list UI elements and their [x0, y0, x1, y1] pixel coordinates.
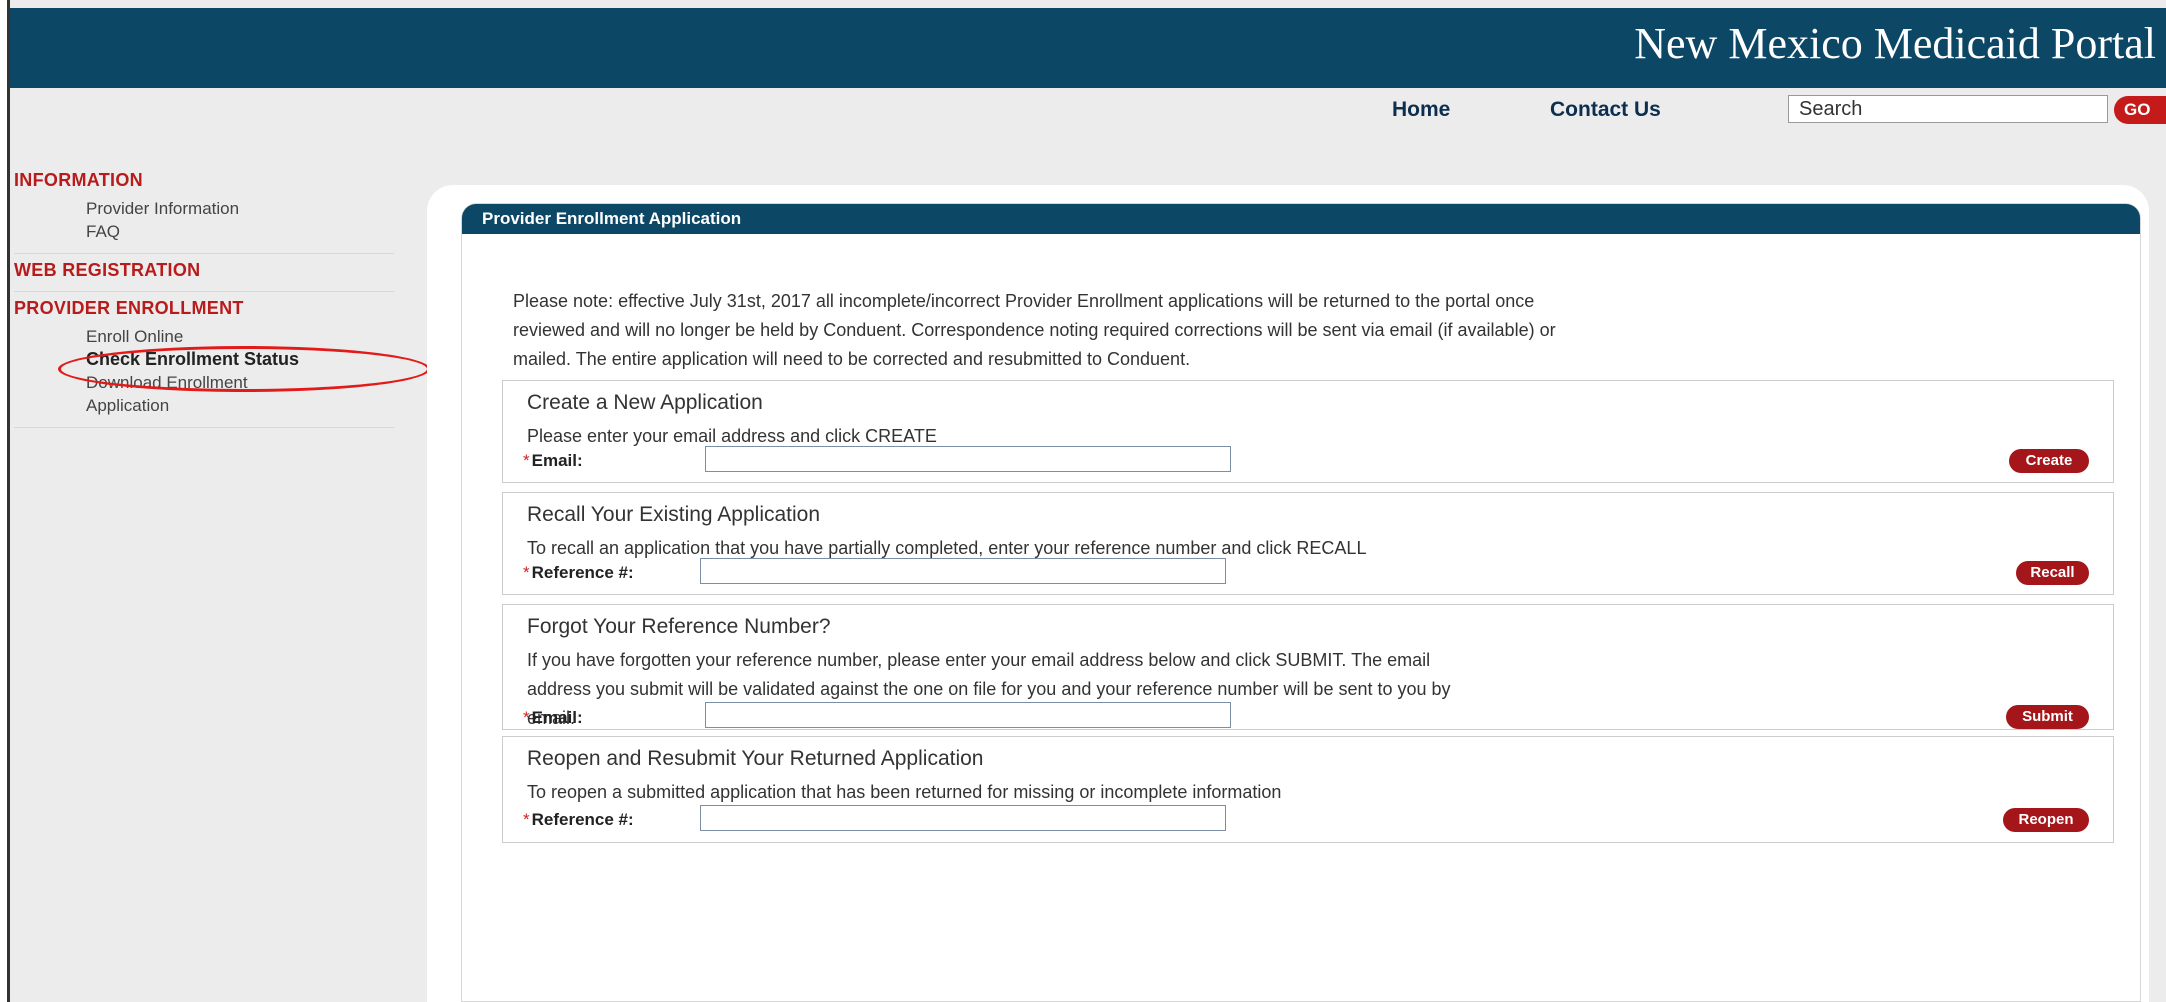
forgot-reference-box: Forgot Your Reference Number? If you hav…	[502, 604, 2114, 730]
required-marker: *	[523, 810, 530, 829]
nav-home-link[interactable]: Home	[1392, 98, 1450, 122]
enrollment-panel: Provider Enrollment Application Please n…	[461, 203, 2141, 1002]
reopen-reference-label: * Reference #:	[523, 810, 634, 830]
search-input[interactable]	[1788, 95, 2108, 123]
enrollment-notice: Please note: effective July 31st, 2017 a…	[513, 287, 2103, 374]
sidebar-divider	[14, 291, 394, 292]
reopen-reference-label-text: Reference #:	[531, 810, 634, 829]
window-left-edge	[0, 0, 10, 1002]
reopen-title: Reopen and Resubmit Your Returned Applic…	[527, 747, 984, 770]
required-marker: *	[523, 708, 530, 727]
notice-line: reviewed and will no longer be held by C…	[513, 320, 1556, 340]
panel-title: Provider Enrollment Application	[462, 204, 2140, 234]
sidebar-item-enroll-online[interactable]: Enroll Online	[86, 325, 394, 348]
reopen-description: To reopen a submitted application that h…	[527, 778, 2027, 807]
create-title: Create a New Application	[527, 391, 763, 414]
notice-line: mailed. The entire application will need…	[513, 349, 1191, 369]
recall-reference-label: * Reference #:	[523, 563, 634, 583]
go-search-button[interactable]: GO	[2114, 96, 2166, 124]
forgot-email-input[interactable]	[705, 702, 1231, 728]
create-email-label-text: Email:	[531, 451, 583, 470]
forgot-description-line: If you have forgotten your reference num…	[527, 650, 1431, 670]
reopen-application-box: Reopen and Resubmit Your Returned Applic…	[502, 736, 2114, 843]
reopen-reference-input[interactable]	[700, 805, 1226, 831]
create-email-label: * Email:	[523, 451, 583, 471]
forgot-description-line: address you submit will be validated aga…	[527, 679, 1451, 699]
recall-button[interactable]: Recall	[2016, 561, 2089, 585]
sidebar-item-application[interactable]: Application	[86, 394, 394, 417]
reopen-description-line: To reopen a submitted application that h…	[527, 782, 1282, 802]
sidebar-divider	[14, 253, 394, 254]
submit-button[interactable]: Submit	[2006, 705, 2089, 729]
sidebar-heading-provider-enrollment: PROVIDER ENROLLMENT	[14, 298, 244, 318]
forgot-email-label-text: Email:	[531, 708, 583, 727]
top-nav: Home Contact Us GO	[0, 95, 2166, 129]
recall-application-box: Recall Your Existing Application To reca…	[502, 492, 2114, 595]
required-marker: *	[523, 451, 530, 470]
reopen-button[interactable]: Reopen	[2003, 808, 2089, 832]
sidebar-item-faq[interactable]: FAQ	[86, 220, 394, 243]
sidebar-divider	[14, 427, 394, 428]
create-application-box: Create a New Application Please enter yo…	[502, 380, 2114, 483]
recall-reference-input[interactable]	[700, 558, 1226, 584]
nav-contact-us-link[interactable]: Contact Us	[1550, 98, 1661, 122]
site-header: New Mexico Medicaid Portal	[10, 8, 2166, 88]
recall-reference-label-text: Reference #:	[531, 563, 634, 582]
sidebar-item-check-enrollment-status[interactable]: Check Enrollment Status	[86, 348, 394, 371]
forgot-email-label: * Email:	[523, 708, 583, 728]
recall-title: Recall Your Existing Application	[527, 503, 821, 526]
sidebar-heading-web-registration[interactable]: WEB REGISTRATION	[14, 260, 394, 281]
sidebar-nav: INFORMATION Provider Information FAQ WEB…	[14, 170, 394, 434]
forgot-title: Forgot Your Reference Number?	[527, 615, 831, 638]
sidebar-heading-information: INFORMATION	[14, 170, 143, 190]
notice-line: Please note: effective July 31st, 2017 a…	[513, 291, 1535, 311]
portal-title: New Mexico Medicaid Portal	[1634, 19, 2156, 68]
sidebar-item-provider-information[interactable]: Provider Information	[86, 197, 394, 220]
create-email-input[interactable]	[705, 446, 1231, 472]
required-marker: *	[523, 563, 530, 582]
create-button[interactable]: Create	[2009, 449, 2089, 473]
sidebar-item-download-enrollment[interactable]: Download Enrollment	[86, 371, 394, 394]
